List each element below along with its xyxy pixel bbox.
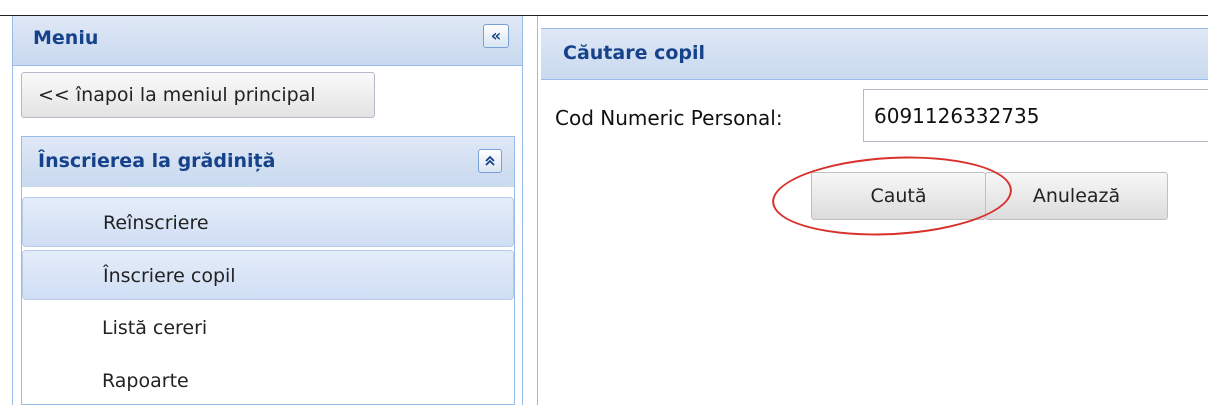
child-search-panel: Căutare copil Cod Numeric Personal: Caut… — [541, 16, 1208, 405]
splitter-border — [537, 16, 538, 405]
enrollment-section-header[interactable]: Înscrierea la grădiniță — [22, 137, 514, 187]
menu-item-enroll-child[interactable]: Înscriere copil — [22, 250, 514, 300]
child-search-title: Căutare copil — [563, 42, 706, 64]
menu-header: Meniu « — [13, 16, 522, 66]
menu-panel: Meniu « << înapoi la meniul principal În… — [12, 16, 523, 405]
enrollment-section-title: Înscrierea la grădiniță — [38, 150, 276, 172]
menu-item-request-list[interactable]: Listă cereri — [22, 303, 514, 353]
collapse-left-icon[interactable]: « — [483, 24, 509, 48]
menu-title: Meniu — [33, 27, 99, 49]
back-to-main-menu-button[interactable]: << înapoi la meniul principal — [21, 72, 375, 118]
search-button[interactable]: Caută — [811, 172, 986, 220]
cnp-label: Cod Numeric Personal: — [555, 106, 783, 130]
menu-item-reenrollment[interactable]: Reînscriere — [22, 197, 514, 247]
cnp-input[interactable] — [863, 89, 1208, 142]
child-search-header: Căutare copil — [541, 28, 1208, 80]
menu-item-reports[interactable]: Rapoarte — [22, 356, 514, 405]
cancel-button[interactable]: Anulează — [985, 172, 1168, 220]
collapse-up-icon[interactable] — [478, 149, 502, 173]
enrollment-section: Înscrierea la grădiniță Reînscriere Însc… — [21, 136, 515, 405]
